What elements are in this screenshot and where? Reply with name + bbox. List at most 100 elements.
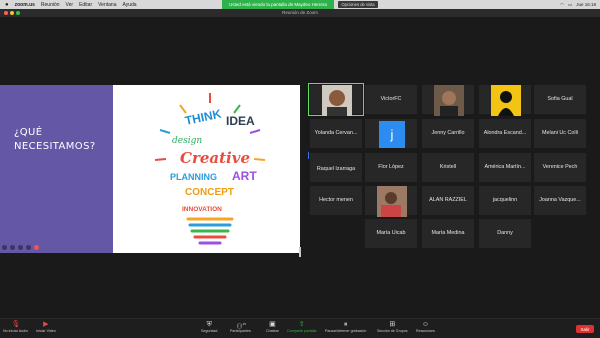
participant-tile[interactable] xyxy=(308,83,364,116)
participant-video xyxy=(322,85,352,116)
clock: Jue 16:18 xyxy=(576,2,596,7)
participant-tile[interactable]: Danny xyxy=(478,218,532,249)
battery-icon: ▭ xyxy=(567,1,573,7)
slide-prev-icon[interactable] xyxy=(2,245,7,250)
shield-icon: ⛨ xyxy=(206,321,212,328)
participant-tile[interactable]: ALAN RAZZIEL xyxy=(421,185,475,216)
security-label: Seguridad xyxy=(201,329,218,333)
participant-name: Sofia Gual xyxy=(547,96,573,102)
participant-name: Alondra Escand... xyxy=(483,130,527,136)
unmute-button[interactable]: 🎙 No iniciar Audio xyxy=(3,321,28,333)
participant-name: Joanna Vazque... xyxy=(539,197,581,203)
start-video-button[interactable]: ▶ Iniciar Video xyxy=(36,321,56,333)
participant-tile[interactable]: América Martín... xyxy=(478,152,532,183)
grid-icon: ⊞ xyxy=(389,321,396,328)
participants-button[interactable]: ⚇25 Participantes xyxy=(230,321,251,333)
slide-view-icon[interactable] xyxy=(26,245,31,250)
menu-meeting[interactable]: Reunión xyxy=(41,2,60,8)
participant-tile[interactable]: Melani Uc Colli xyxy=(533,118,587,149)
split-view-handle[interactable] xyxy=(299,247,301,257)
microphone-icon: 🎙 xyxy=(11,321,21,328)
shared-screen[interactable]: ¿QUÉ NECESITAMOS? THINK IDEA design Crea… xyxy=(0,85,301,257)
meeting-toolbar: 🎙 No iniciar Audio ▶ Iniciar Video ⛨ Seguri… xyxy=(0,318,600,338)
participant-name: María Medina xyxy=(431,230,465,236)
menu-help[interactable]: Ayuda xyxy=(122,2,136,8)
participant-tile[interactable]: Alondra Escand... xyxy=(478,118,532,149)
chat-button[interactable]: ▣ Chatear xyxy=(266,321,279,333)
participant-tile[interactable]: Joanna Vazque... xyxy=(533,185,587,216)
menu-edit[interactable]: Editar xyxy=(79,2,92,8)
participant-tile[interactable]: Hector menen xyxy=(309,185,363,216)
menu-window[interactable]: Ventana xyxy=(98,2,116,8)
slide-more-icon[interactable] xyxy=(34,245,39,250)
slide-pen-icon[interactable] xyxy=(18,245,23,250)
slide-title: ¿QUÉ NECESITAMOS? xyxy=(14,126,109,154)
video-label: Iniciar Video xyxy=(36,329,56,333)
leave-button[interactable]: Salir xyxy=(576,325,594,333)
security-button[interactable]: ⛨ Seguridad xyxy=(201,321,217,333)
smiley-icon: ☺ xyxy=(421,321,429,328)
participant-tile[interactable]: María Uicab xyxy=(364,218,418,249)
chat-bubble-icon: ▣ xyxy=(269,321,276,328)
participant-tile[interactable]: Verenice Pech xyxy=(533,152,587,183)
window-title-bar: Reunión de Zoom xyxy=(0,9,600,17)
slide-title-line1: ¿QUÉ xyxy=(14,127,43,138)
breakout-rooms-button[interactable]: ⊞ Sección de Grupos xyxy=(377,321,408,333)
participant-tile[interactable] xyxy=(421,84,475,116)
participant-name: América Martín... xyxy=(484,164,526,170)
participant-tile[interactable] xyxy=(364,185,418,217)
art-word-concept: CONCEPT xyxy=(185,187,234,198)
participant-tile[interactable]: VictorFC xyxy=(364,84,418,115)
participant-tile[interactable]: Raquel Izarraga xyxy=(309,152,363,183)
viewing-share-banner: Usted está viendo la pantalla de Maydeo … xyxy=(222,0,334,9)
video-camera-icon: ▶ xyxy=(43,321,49,328)
participants-label: Participantes xyxy=(230,329,251,333)
record-label: Pausar/detener grabación xyxy=(325,329,367,333)
participant-tile[interactable]: Sofia Gual xyxy=(533,84,587,115)
window-title: Reunión de Zoom xyxy=(282,10,318,15)
share-screen-button[interactable]: ⇧ Compartir pantalla xyxy=(287,321,316,333)
participant-tile[interactable]: Flor López xyxy=(364,152,418,183)
participant-avatar: j xyxy=(379,121,405,148)
view-options-button[interactable]: Opciones de vista xyxy=(338,1,378,8)
apple-icon[interactable]: ● xyxy=(5,2,9,8)
participant-tile[interactable]: María Medina xyxy=(421,218,475,249)
unmute-label: No iniciar Audio xyxy=(3,329,28,333)
participant-video xyxy=(377,186,407,217)
participant-tile[interactable]: Jenny Carrillo xyxy=(421,118,475,149)
participant-name: ALAN RAZZIEL xyxy=(429,197,467,203)
participant-name: Danny xyxy=(497,230,513,236)
slide-next-icon[interactable] xyxy=(10,245,15,250)
art-word-innovation: INNOVATION xyxy=(182,206,222,213)
wifi-icon: ◠ xyxy=(560,1,564,7)
participant-name: Yolanda Cervan... xyxy=(314,130,358,136)
chat-label: Chatear xyxy=(266,329,279,333)
participant-name: Flor López xyxy=(378,164,404,170)
participant-tile[interactable]: Kristell xyxy=(421,152,475,183)
participant-tile[interactable] xyxy=(478,84,532,116)
art-word-planning: PLANNING xyxy=(170,172,217,182)
share-arrow-icon: ⇧ xyxy=(298,321,305,328)
participant-tile[interactable]: jacquelinn xyxy=(478,185,532,216)
reactions-button[interactable]: ☺ Reacciones xyxy=(416,321,435,333)
participants-count: 25 xyxy=(242,322,247,326)
menu-zoom[interactable]: zoom.us xyxy=(15,2,35,8)
participant-name: Kristell xyxy=(439,164,457,170)
participant-photo xyxy=(491,85,521,116)
participant-tile[interactable]: j xyxy=(364,118,418,149)
menu-view[interactable]: Ver xyxy=(66,2,74,8)
art-word-design: design xyxy=(172,136,202,146)
art-word-think: THINK xyxy=(184,107,223,128)
participant-video xyxy=(434,85,464,116)
record-button[interactable]: ⏸ Pausar/detener grabación xyxy=(325,321,366,333)
participant-name: Verenice Pech xyxy=(542,164,578,170)
lightbulb-word-art: THINK IDEA design Creative PLANNING ART … xyxy=(154,93,266,245)
participant-name: jacquelinn xyxy=(492,197,518,203)
participant-name: VictorFC xyxy=(380,96,402,102)
participant-tile[interactable]: Yolanda Cervan... xyxy=(309,118,363,149)
menubar-status: ◠ ▭ Jue 16:18 xyxy=(560,0,596,9)
participant-name: Melani Uc Colli xyxy=(542,130,578,136)
share-label: Compartir pantalla xyxy=(287,329,317,333)
art-word-idea: IDEA xyxy=(226,114,255,128)
participant-name: Raquel Izarraga xyxy=(316,166,356,172)
